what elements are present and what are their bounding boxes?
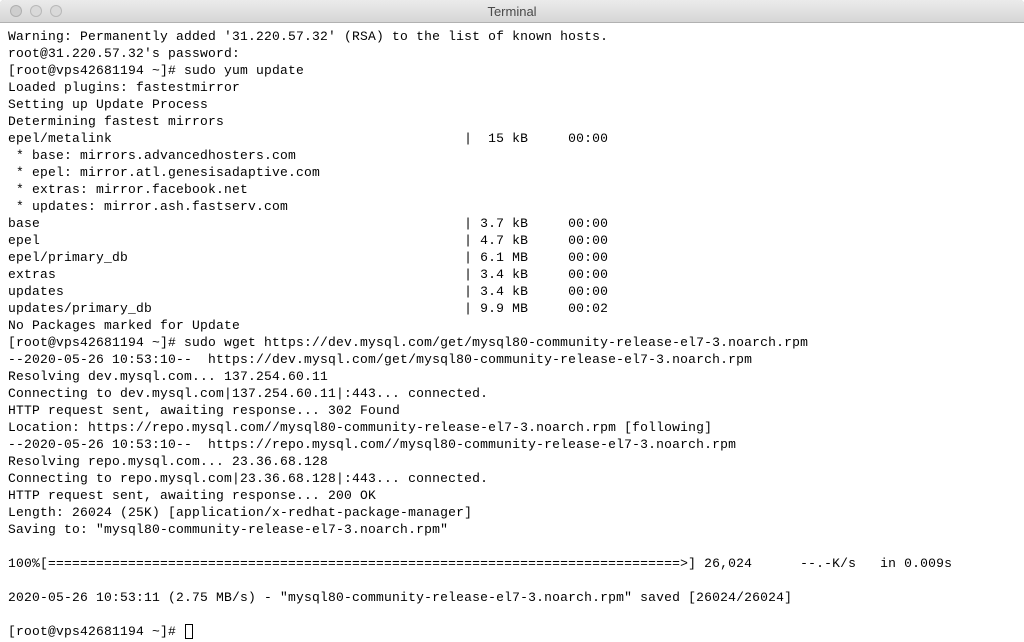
output-line: extras | 3.4 kB 00:00 <box>8 267 608 282</box>
window-title: Terminal <box>0 4 1024 19</box>
output-line: base | 3.7 kB 00:00 <box>8 216 608 231</box>
output-line: Resolving dev.mysql.com... 137.254.60.11 <box>8 369 328 384</box>
terminal-window: Terminal Warning: Permanently added '31.… <box>0 0 1024 642</box>
output-line: * base: mirrors.advancedhosters.com <box>8 148 296 163</box>
output-line: * epel: mirror.atl.genesisadaptive.com <box>8 165 320 180</box>
output-line: Connecting to repo.mysql.com|23.36.68.12… <box>8 471 488 486</box>
cursor <box>185 624 193 639</box>
output-line: Resolving repo.mysql.com... 23.36.68.128 <box>8 454 328 469</box>
output-line: [root@vps42681194 ~]# sudo yum update <box>8 63 304 78</box>
output-line: 2020-05-26 10:53:11 (2.75 MB/s) - "mysql… <box>8 590 792 605</box>
titlebar: Terminal <box>0 0 1024 23</box>
output-line: --2020-05-26 10:53:10-- https://dev.mysq… <box>8 352 752 367</box>
output-line: Length: 26024 (25K) [application/x-redha… <box>8 505 472 520</box>
output-line: HTTP request sent, awaiting response... … <box>8 403 400 418</box>
output-line: root@31.220.57.32's password: <box>8 46 240 61</box>
output-line: epel | 4.7 kB 00:00 <box>8 233 608 248</box>
traffic-lights <box>0 5 62 17</box>
output-line: HTTP request sent, awaiting response... … <box>8 488 376 503</box>
output-line: Warning: Permanently added '31.220.57.32… <box>8 29 608 44</box>
output-line: Connecting to dev.mysql.com|137.254.60.1… <box>8 386 488 401</box>
output-line: epel/metalink | 15 kB 00:00 <box>8 131 608 146</box>
output-line: Loaded plugins: fastestmirror <box>8 80 240 95</box>
output-line: Saving to: "mysql80-community-release-el… <box>8 522 448 537</box>
output-line: * extras: mirror.facebook.net <box>8 182 248 197</box>
output-line: Setting up Update Process <box>8 97 208 112</box>
output-line: Location: https://repo.mysql.com//mysql8… <box>8 420 712 435</box>
output-line: epel/primary_db | 6.1 MB 00:00 <box>8 250 608 265</box>
minimize-button[interactable] <box>30 5 42 17</box>
output-line: --2020-05-26 10:53:10-- https://repo.mys… <box>8 437 736 452</box>
output-line: [root@vps42681194 ~]# sudo wget https://… <box>8 335 808 350</box>
output-line: Determining fastest mirrors <box>8 114 224 129</box>
output-line: updates | 3.4 kB 00:00 <box>8 284 608 299</box>
terminal-output[interactable]: Warning: Permanently added '31.220.57.32… <box>0 23 1024 642</box>
maximize-button[interactable] <box>50 5 62 17</box>
output-line: updates/primary_db | 9.9 MB 00:02 <box>8 301 608 316</box>
output-line: 100%[===================================… <box>8 556 952 571</box>
close-button[interactable] <box>10 5 22 17</box>
output-line: No Packages marked for Update <box>8 318 240 333</box>
output-line: * updates: mirror.ash.fastserv.com <box>8 199 288 214</box>
prompt-line: [root@vps42681194 ~]# <box>8 624 184 639</box>
